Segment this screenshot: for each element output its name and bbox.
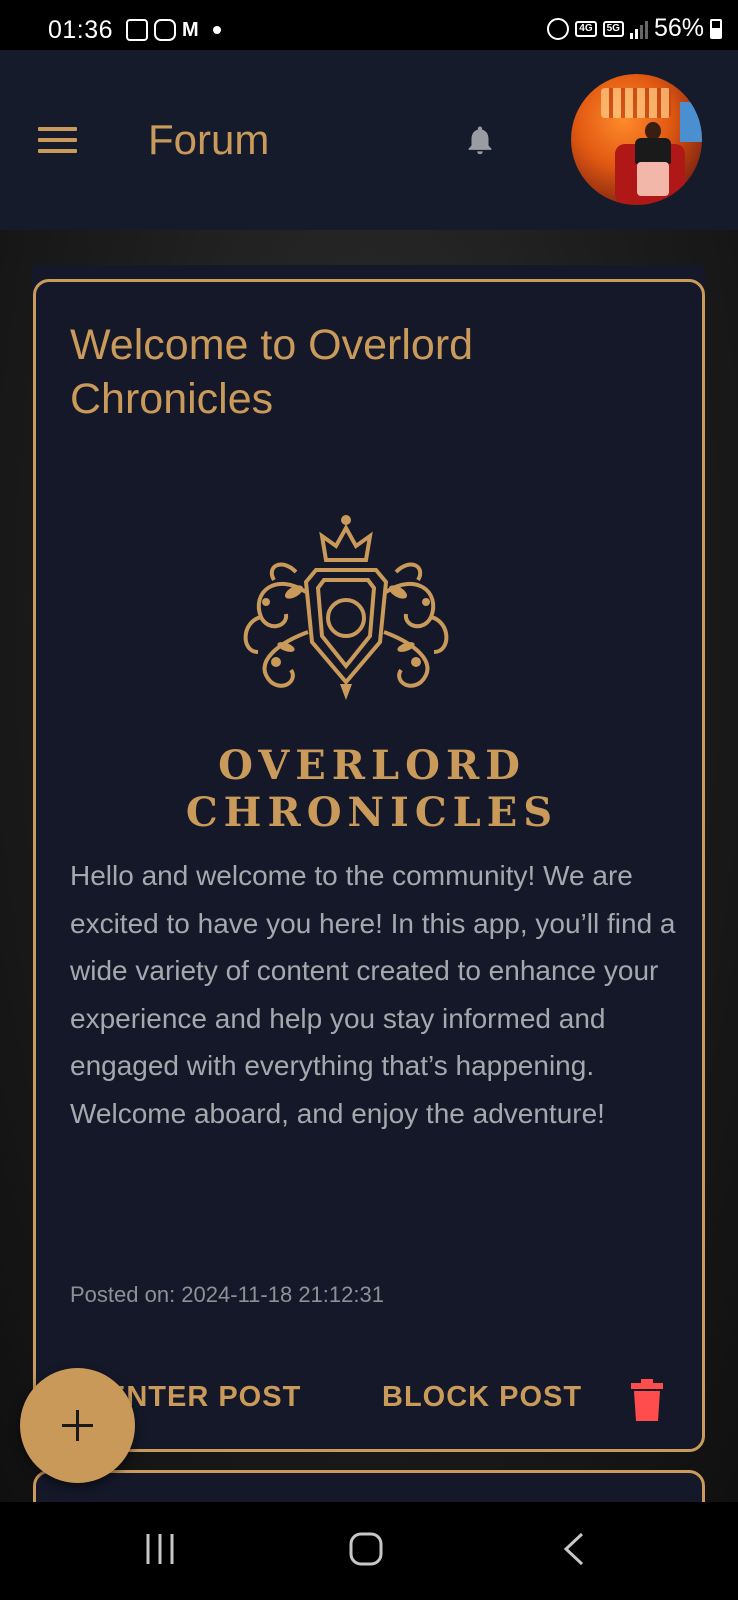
battery-percent: 56% xyxy=(653,14,704,42)
user-avatar[interactable] xyxy=(571,74,702,205)
signal-icon xyxy=(629,19,648,39)
volte-icon: 4G xyxy=(575,20,597,37)
status-time: 01:36 xyxy=(48,16,114,44)
post-title: Welcome to Overlord Chronicles xyxy=(70,321,474,423)
gmail-icon: M xyxy=(182,19,199,41)
back-icon[interactable] xyxy=(562,1532,586,1566)
system-icons: 4G 5G 56% xyxy=(547,14,722,43)
page-title: Forum xyxy=(148,116,270,163)
app-notification-icon xyxy=(154,19,176,41)
alarm-icon xyxy=(547,17,570,40)
notification-icons: M xyxy=(126,19,221,41)
trash-icon[interactable] xyxy=(631,1379,663,1421)
home-icon[interactable] xyxy=(349,1532,383,1566)
bell-icon[interactable] xyxy=(463,122,497,158)
forum-feed[interactable]: Welcome to Overlord Chronicles OVERLORD … xyxy=(0,230,738,1570)
overlord-crest-logo xyxy=(243,515,449,700)
logo-wordmark: OVERLORD CHRONICLES xyxy=(185,742,559,836)
post-actions: ENTER POST BLOCK POST xyxy=(36,1367,708,1437)
system-nav-bar xyxy=(0,1502,738,1600)
plus-icon xyxy=(62,1410,93,1441)
post-timestamp: Posted on: 2024-11-18 21:12:31 xyxy=(70,1282,384,1307)
new-post-fab[interactable] xyxy=(20,1368,135,1483)
post-card[interactable]: Welcome to Overlord Chronicles OVERLORD … xyxy=(33,279,705,1452)
app-bar: Forum xyxy=(0,50,738,230)
post-body: Hello and welcome to the community! We a… xyxy=(70,860,676,1129)
status-bar: 01:36 M 4G 5G 56% xyxy=(0,0,738,50)
network-5g-icon: 5G xyxy=(602,20,624,37)
battery-icon xyxy=(710,18,722,39)
hamburger-menu-icon[interactable] xyxy=(38,127,77,154)
more-notifications-dot xyxy=(212,26,221,34)
block-post-button[interactable]: BLOCK POST xyxy=(382,1381,582,1414)
enter-post-button[interactable]: ENTER POST xyxy=(106,1381,301,1414)
recent-apps-icon[interactable] xyxy=(143,1532,177,1566)
gallery-icon xyxy=(126,19,148,41)
